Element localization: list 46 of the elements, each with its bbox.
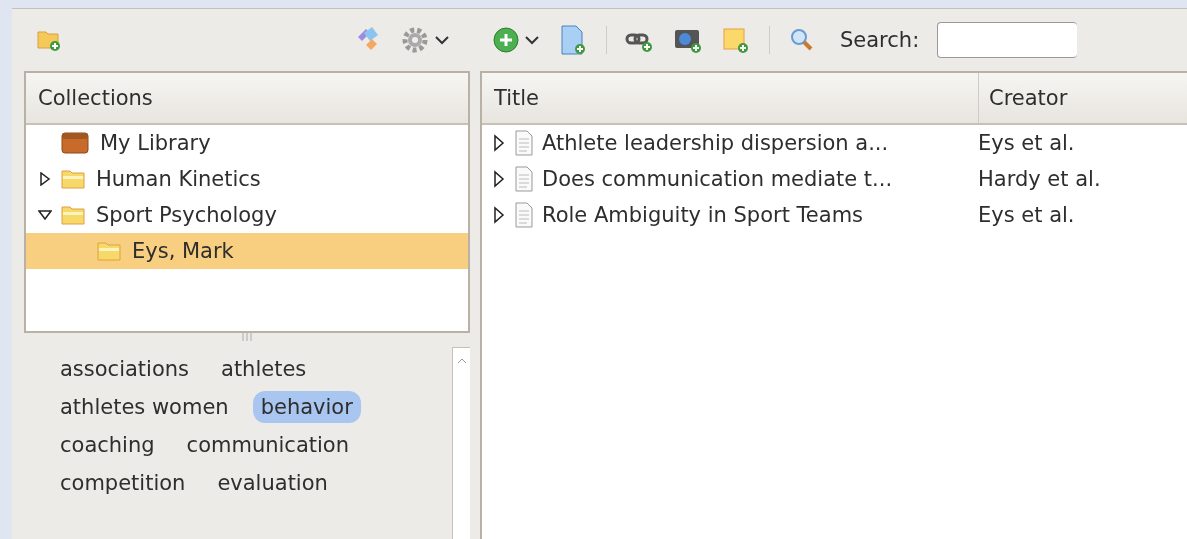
note-add-icon[interactable] bbox=[721, 26, 751, 54]
collection-item[interactable]: Human Kinetics bbox=[26, 161, 468, 197]
document-icon bbox=[512, 202, 536, 228]
tag[interactable]: athletes bbox=[213, 353, 315, 385]
scrollbar[interactable] bbox=[452, 347, 470, 539]
search-field[interactable] bbox=[937, 22, 1078, 58]
document-icon bbox=[512, 166, 536, 192]
folder-icon bbox=[96, 240, 122, 262]
creator-cell: Eys et al. bbox=[978, 131, 1075, 155]
collection-item[interactable]: Sport Psychology bbox=[26, 197, 468, 233]
tag[interactable]: associations bbox=[52, 353, 197, 385]
expander-icon[interactable] bbox=[492, 134, 506, 152]
expander-icon[interactable] bbox=[492, 170, 506, 188]
title-cell-text: Does communication mediate t... bbox=[542, 167, 894, 191]
tag[interactable]: evaluation bbox=[209, 467, 336, 499]
caret-icon bbox=[524, 35, 540, 45]
creator-cell: Eys et al. bbox=[978, 203, 1075, 227]
folder-icon bbox=[60, 168, 86, 190]
plus-circle-icon bbox=[492, 26, 520, 54]
tag[interactable]: behavior bbox=[252, 391, 361, 423]
collection-item[interactable]: My Library bbox=[26, 125, 468, 161]
folder-icon bbox=[60, 204, 86, 226]
caret-icon bbox=[434, 35, 450, 45]
tag[interactable]: communication bbox=[178, 429, 357, 461]
title-cell-text: Role Ambiguity in Sport Teams bbox=[542, 203, 865, 227]
tag[interactable]: competition bbox=[52, 467, 194, 499]
column-header[interactable]: Title bbox=[482, 73, 979, 123]
splitter-grip-icon[interactable] bbox=[240, 333, 254, 341]
new-item-menu-button[interactable] bbox=[492, 26, 540, 54]
expander-icon[interactable] bbox=[38, 172, 52, 186]
search-label: Search: bbox=[840, 28, 920, 52]
tag[interactable]: athletes women bbox=[52, 391, 237, 423]
collection-item[interactable]: Eys, Mark bbox=[26, 233, 468, 269]
library-icon bbox=[60, 131, 90, 155]
expander-icon[interactable] bbox=[38, 208, 52, 222]
document-icon bbox=[512, 130, 536, 156]
column-header[interactable]: Creator bbox=[979, 73, 1068, 123]
new-folder-icon[interactable] bbox=[36, 28, 62, 52]
tag[interactable]: coaching bbox=[52, 429, 163, 461]
expander-icon[interactable] bbox=[492, 206, 506, 224]
settings-menu-button[interactable] bbox=[400, 25, 450, 55]
gear-icon bbox=[400, 25, 430, 55]
title-cell-text: Athlete leadership dispersion a... bbox=[542, 131, 890, 155]
new-document-icon[interactable] bbox=[558, 24, 588, 56]
creator-cell: Hardy et al. bbox=[978, 167, 1101, 191]
column-header[interactable]: Collections bbox=[26, 73, 468, 125]
